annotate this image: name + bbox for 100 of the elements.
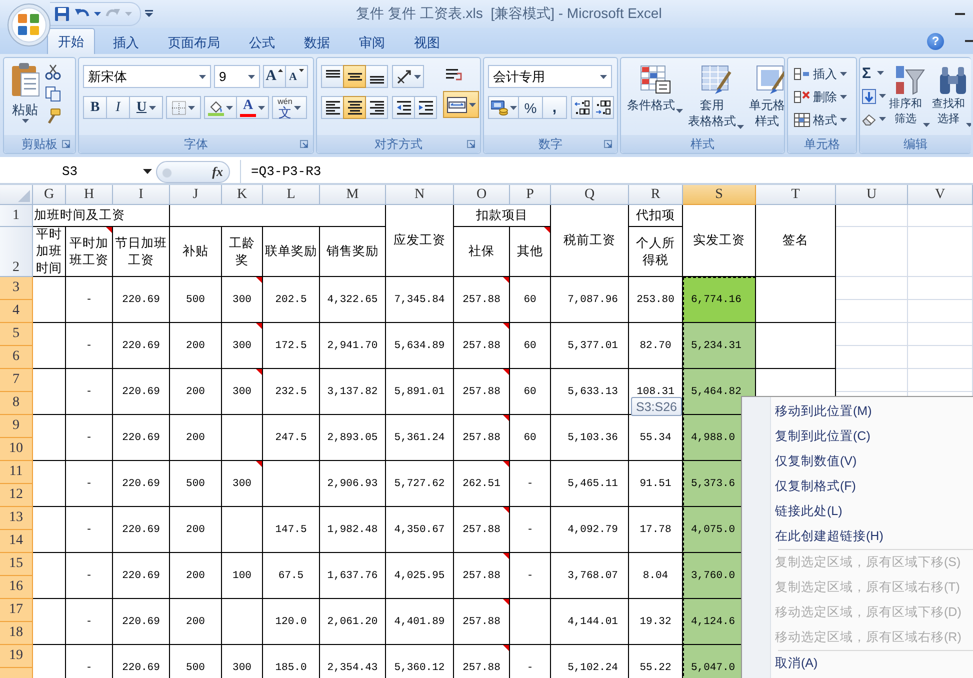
phonetic-button[interactable]: wén 文 [272, 96, 307, 119]
find-button[interactable]: 查找和 选择 [931, 62, 971, 129]
sort-button[interactable]: 排序和 筛选 [888, 62, 931, 129]
table-cell: 220.69 [113, 599, 170, 645]
column-header[interactable]: I [113, 185, 170, 205]
column-header[interactable]: T [756, 185, 836, 205]
merge-icon [446, 96, 466, 112]
increase-decimal-button[interactable] [571, 96, 593, 119]
ribbon-tab[interactable]: 公式 [238, 30, 286, 54]
ribbon-tab[interactable]: 插入 [102, 30, 150, 54]
align-top-button[interactable] [321, 65, 344, 88]
bold-button[interactable]: B [83, 96, 107, 119]
insert-function-button[interactable]: fx [156, 160, 230, 182]
format-cells-button[interactable]: 格式 [792, 110, 849, 130]
column-header[interactable]: U [836, 185, 908, 205]
column-header[interactable]: R [629, 185, 683, 205]
column-header[interactable]: M [320, 185, 386, 205]
row-header[interactable]: 19 [0, 645, 33, 668]
row-header[interactable]: 12 [0, 484, 33, 507]
formula-field[interactable]: =Q3-P3-R3 [240, 160, 973, 183]
autosum-button[interactable]: Σ [860, 63, 888, 83]
row-header[interactable]: 5 [0, 323, 33, 346]
save-icon[interactable] [54, 6, 70, 22]
header-cell: 签名 [756, 205, 836, 277]
row-header[interactable]: 4 [0, 300, 33, 323]
row-header[interactable]: 17 [0, 599, 33, 622]
column-header[interactable]: G [33, 185, 66, 205]
align-middle-button[interactable] [343, 65, 366, 88]
ribbon-tab[interactable]: 页面布局 [157, 30, 231, 54]
paste-button[interactable]: 粘贴 [8, 62, 42, 135]
italic-button[interactable]: I [106, 96, 130, 119]
row-header[interactable]: 14 [0, 530, 33, 553]
merge-center-button[interactable] [443, 91, 479, 118]
decrease-indent-button[interactable] [392, 96, 415, 119]
cut-icon[interactable] [45, 64, 61, 80]
minimize-icon[interactable] [955, 12, 965, 16]
font-color-button[interactable]: A [236, 96, 269, 119]
fill-button[interactable] [860, 86, 888, 106]
dialog-launcher-icon[interactable] [467, 140, 475, 148]
borders-button[interactable] [166, 96, 201, 119]
font-name-field[interactable]: 新宋体 [83, 65, 211, 88]
align-right-button[interactable] [365, 96, 388, 119]
fill-color-button[interactable] [204, 96, 237, 119]
column-header[interactable]: Q [551, 185, 629, 205]
font-size-field[interactable]: 9 [214, 65, 260, 88]
row-header[interactable]: 13 [0, 507, 33, 530]
number-format-field[interactable]: 会计专用 [488, 65, 612, 88]
ribbon-tab[interactable]: 数据 [293, 30, 341, 54]
format-painter-icon[interactable] [45, 108, 61, 124]
customize-icon[interactable] [145, 10, 153, 18]
row-header[interactable]: 8 [0, 392, 33, 415]
row-header[interactable]: 16 [0, 576, 33, 599]
table-style-button[interactable]: 套用 表格格式 [686, 62, 746, 131]
orientation-button[interactable] [392, 65, 424, 88]
row-header[interactable]: 6 [0, 346, 33, 369]
row-header[interactable]: 3 [0, 277, 33, 300]
ribbon-tab[interactable]: 开始 [47, 28, 95, 54]
underline-button[interactable]: U [129, 96, 163, 119]
row-header[interactable]: 2 [0, 227, 33, 277]
table-cell: 220.69 [113, 507, 170, 553]
align-center-button[interactable] [343, 96, 366, 119]
accounting-format-button[interactable] [488, 96, 519, 119]
delete-cells-button[interactable]: 删除 [792, 87, 849, 107]
increase-indent-button[interactable] [414, 96, 437, 119]
row-header[interactable]: 18 [0, 622, 33, 645]
row-header[interactable]: 11 [0, 461, 33, 484]
column-header[interactable]: L [263, 185, 320, 205]
dialog-launcher-icon[interactable] [604, 140, 612, 148]
align-bottom-button[interactable] [365, 65, 388, 88]
column-header[interactable]: P [510, 185, 551, 205]
conditional-style-button[interactable]: 条件格式 [625, 62, 685, 115]
ribbon-tab[interactable]: 审阅 [348, 30, 396, 54]
column-header[interactable]: N [386, 185, 454, 205]
comma-button[interactable]: , [542, 96, 567, 119]
row-header[interactable]: 10 [0, 438, 33, 461]
dialog-launcher-icon[interactable] [62, 140, 70, 148]
column-header[interactable]: K [222, 185, 263, 205]
header-cell: 其他 [510, 227, 551, 277]
decrease-decimal-button[interactable] [592, 96, 614, 119]
percent-button[interactable]: % [518, 96, 543, 119]
table-cell: 19.32 [629, 599, 683, 645]
column-header[interactable]: O [454, 185, 510, 205]
align-left-button[interactable] [321, 96, 344, 119]
copy-icon[interactable] [45, 86, 61, 102]
minimize-icon[interactable] [965, 40, 973, 42]
menu-item[interactable]: 取消(A) [742, 651, 973, 676]
name-box[interactable]: S3 [0, 160, 156, 183]
dialog-launcher-icon[interactable] [300, 140, 308, 148]
insert-cells-button[interactable]: 插入 [792, 64, 849, 84]
column-header[interactable]: V [908, 185, 973, 205]
row-header[interactable]: 15 [0, 553, 33, 576]
row-header[interactable]: 7 [0, 369, 33, 392]
grow-font-button[interactable]: A [263, 65, 286, 88]
row-header[interactable]: 1 [0, 205, 33, 227]
column-header[interactable]: J [170, 185, 222, 205]
shrink-font-button[interactable]: A [285, 65, 308, 88]
ribbon-tab[interactable]: 视图 [403, 30, 451, 54]
row-header[interactable]: 9 [0, 415, 33, 438]
column-header[interactable]: H [66, 185, 113, 205]
column-header[interactable]: S [683, 185, 756, 205]
